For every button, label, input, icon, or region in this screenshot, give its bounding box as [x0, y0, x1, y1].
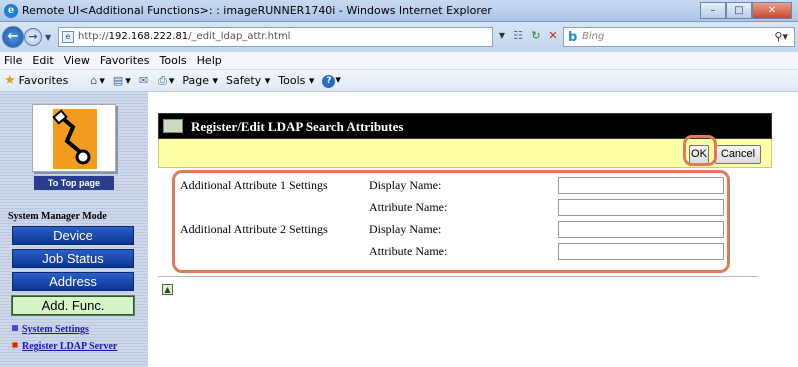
menu-help[interactable]: Help	[197, 54, 222, 67]
help-icon[interactable]: ? ▾	[322, 73, 341, 88]
field-label: Display Name:	[369, 222, 442, 236]
to-top-page-button[interactable]: To Top page	[34, 176, 114, 190]
favorites-star-icon: ★	[4, 73, 16, 88]
menu-view[interactable]: View	[64, 54, 90, 67]
safety-menu-label: Safety	[226, 74, 262, 87]
feeds-icon[interactable]: ▤ ▾	[113, 74, 131, 87]
favorites-bar: ★ Favorites ⌂ ▾ ▤ ▾ ✉ ⎙ ▾ Page ▾ Safety ▾ T…	[0, 70, 798, 92]
home-icon[interactable]: ⌂ ▾	[90, 74, 105, 87]
field-label: Attribute Name:	[369, 244, 448, 258]
window-title: Remote UI<Additional Functions>: : image…	[22, 4, 492, 17]
minimize-button[interactable]: –	[700, 2, 726, 19]
mode-title: System Manager Mode	[8, 211, 107, 222]
cable-logo-icon	[52, 109, 97, 169]
attr2-attribute-name-input[interactable]	[558, 243, 724, 260]
ok-highlight-ring	[683, 135, 717, 166]
tools-menu-label: Tools	[278, 74, 306, 87]
search-input[interactable]: b Bing ⚲▾	[563, 27, 795, 47]
url-path: /_edit_ldap_attr.html	[188, 31, 291, 42]
form-row: Attribute Name:	[178, 197, 728, 219]
menu-edit[interactable]: Edit	[32, 54, 53, 67]
active-link-bullet-icon	[12, 342, 18, 348]
close-button[interactable]: ✕	[752, 2, 792, 19]
refresh-icon[interactable]: ↻	[528, 27, 544, 47]
page-content: To Top page System Manager Mode Device J…	[0, 92, 798, 367]
compatibility-icon[interactable]: ☷	[510, 27, 526, 47]
action-bar: OK Cancel	[158, 139, 772, 168]
url-host: 192.168.222.81	[108, 31, 189, 42]
keyboard-icon	[163, 119, 183, 133]
attr1-attribute-name-input[interactable]	[558, 199, 724, 216]
form-row: Additional Attribute 2 Settings Display …	[178, 219, 728, 241]
bing-logo-icon: b	[568, 30, 578, 45]
maximize-button[interactable]: □	[726, 2, 752, 19]
menu-tools[interactable]: Tools	[160, 54, 187, 67]
page-icon: e	[62, 31, 74, 43]
menu-favorites[interactable]: Favorites	[100, 54, 150, 67]
divider	[158, 276, 758, 277]
safety-menu[interactable]: Safety ▾	[226, 74, 270, 87]
address-input[interactable]: e http://192.168.222.81/_edit_ldap_attr.…	[58, 27, 493, 47]
left-navigation: To Top page System Manager Mode Device J…	[0, 92, 148, 367]
tools-menu[interactable]: Tools ▾	[278, 74, 314, 87]
link-bullet-icon	[12, 325, 18, 331]
url-dropdown-icon[interactable]: ▼	[496, 27, 508, 47]
mail-icon[interactable]: ✉	[139, 74, 150, 87]
search-placeholder: Bing	[582, 31, 605, 42]
nav-address-button[interactable]: Address	[12, 272, 134, 291]
page-menu-label: Page	[182, 74, 210, 87]
field-label: Attribute Name:	[369, 200, 448, 214]
nav-device-button[interactable]: Device	[12, 226, 134, 245]
attr2-display-name-input[interactable]	[558, 221, 724, 238]
nav-add-func-button[interactable]: Add. Func.	[11, 295, 135, 316]
section-label: Additional Attribute 1 Settings	[180, 178, 328, 192]
panel-title: Register/Edit LDAP Search Attributes	[191, 119, 404, 134]
link-system-settings[interactable]: System Settings	[22, 324, 89, 335]
field-label: Display Name:	[369, 178, 442, 192]
print-icon[interactable]: ⎙ ▾	[158, 74, 174, 88]
section-label: Additional Attribute 2 Settings	[180, 222, 328, 236]
ie-logo-icon: e	[4, 4, 18, 18]
scroll-to-top-icon[interactable]: ▲	[162, 284, 173, 295]
stop-icon[interactable]: ✕	[545, 27, 561, 47]
history-dropdown-icon[interactable]: ▼	[45, 33, 51, 42]
page-menu[interactable]: Page ▾	[182, 74, 218, 87]
back-arrow-icon[interactable]: ←	[2, 26, 24, 48]
menu-file[interactable]: File	[4, 54, 22, 67]
nav-job-status-button[interactable]: Job Status	[12, 249, 134, 268]
address-toolbar: ← → ▼ e http://192.168.222.81/_edit_ldap…	[0, 22, 798, 52]
url-prefix: http://	[78, 31, 109, 42]
form-row: Attribute Name:	[178, 241, 728, 263]
search-icon[interactable]: ⚲▾	[774, 30, 788, 43]
window-titlebar: e Remote UI<Additional Functions>: : ima…	[0, 0, 798, 22]
attr1-display-name-input[interactable]	[558, 177, 724, 194]
forward-arrow-icon[interactable]: →	[24, 28, 42, 46]
favorites-button[interactable]: Favorites	[19, 74, 69, 87]
remote-ui-logo[interactable]	[32, 104, 116, 172]
form-row: Additional Attribute 1 Settings Display …	[178, 175, 728, 197]
cancel-button[interactable]: Cancel	[715, 145, 761, 164]
link-register-ldap-server[interactable]: Register LDAP Server	[22, 341, 132, 352]
panel-header: Register/Edit LDAP Search Attributes	[158, 113, 772, 139]
menu-bar: File Edit View Favorites Tools Help	[0, 52, 798, 70]
